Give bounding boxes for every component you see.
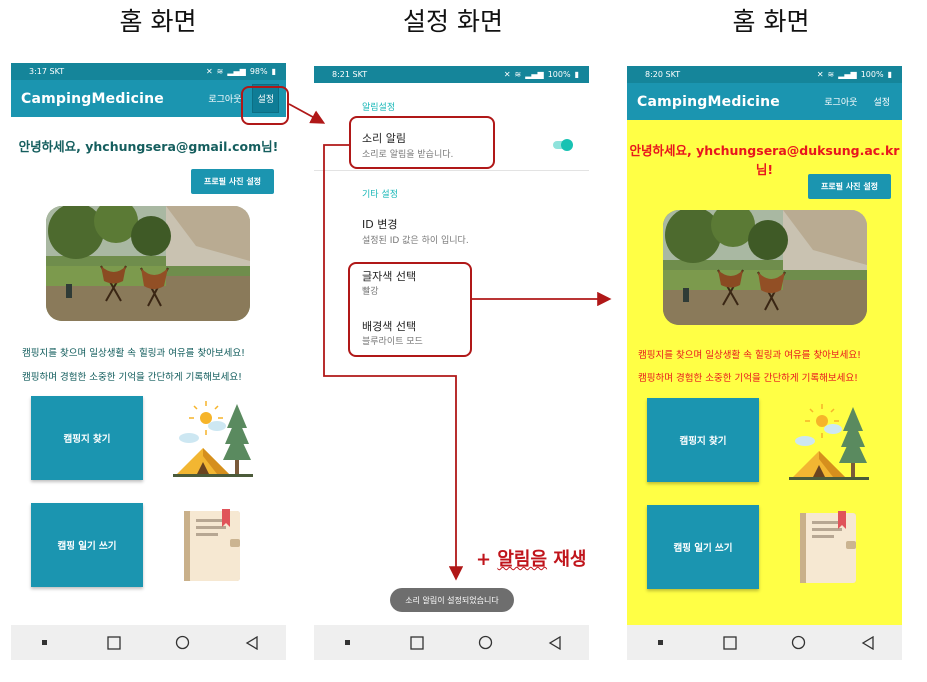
annotation-arrows [288,103,612,581]
sound-note-prefix: + [476,549,498,570]
composite-figure: 홈 화면 설정 화면 홈 화면 3:17 SKT ✕ ≋ ▂▄▆ 98% ▮ C… [0,0,927,682]
sound-play-note: + 알림음 재생 [476,545,586,571]
arrow-to-settings [288,103,326,124]
sound-note-word: 알림음 [497,549,548,570]
sound-note-suffix: 재생 [547,549,587,570]
arrow-to-toast [323,144,464,581]
